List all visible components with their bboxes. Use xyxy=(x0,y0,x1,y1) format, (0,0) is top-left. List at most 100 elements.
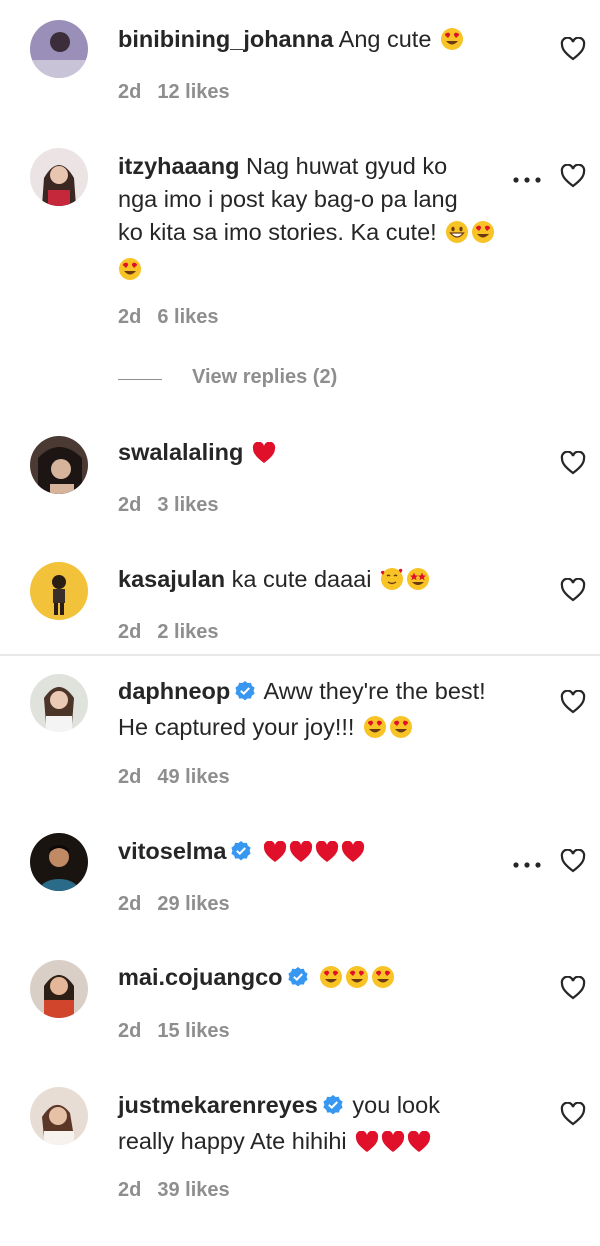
comment-body: binibining_johanna Ang cute xyxy=(118,23,528,60)
comment-likes[interactable]: 12 likes xyxy=(157,81,229,103)
avatar[interactable] xyxy=(30,20,88,78)
comment-username[interactable]: swalalaling xyxy=(118,439,243,465)
comment-time: 2d xyxy=(118,893,142,915)
more-dots-icon[interactable] xyxy=(512,172,542,183)
comment-meta: 2d 29 likes xyxy=(118,893,230,916)
red-heart-emoji-icon xyxy=(355,1129,379,1162)
avatar[interactable] xyxy=(30,562,88,620)
comment-meta: 2d 39 likes xyxy=(118,1179,230,1202)
comment-body: itzyhaaang Nag huwat gyud ko nga imo i p… xyxy=(118,150,513,290)
comment-username[interactable]: daphneop xyxy=(118,678,230,704)
comment-text: Nag huwat gyud ko xyxy=(245,153,448,179)
comment-username[interactable]: kasajulan xyxy=(118,566,225,592)
red-heart-emoji-icon xyxy=(407,1129,431,1162)
comment-likes[interactable]: 39 likes xyxy=(157,1179,229,1201)
comment-time: 2d xyxy=(118,81,142,103)
comment-text-line-2: He captured your joy!!! xyxy=(118,711,528,748)
heart-outline-icon[interactable] xyxy=(560,848,586,873)
verified-badge-icon xyxy=(230,838,252,871)
comment-time: 2d xyxy=(118,621,142,643)
avatar[interactable] xyxy=(30,148,88,206)
comment-likes[interactable]: 29 likes xyxy=(157,893,229,915)
avatar[interactable] xyxy=(30,833,88,891)
red-heart-emoji-icon xyxy=(315,839,339,872)
heart-outline-icon[interactable] xyxy=(560,450,586,475)
view-replies-label[interactable]: View replies (2) xyxy=(192,366,337,389)
comment-text: ka cute daaai xyxy=(231,566,372,592)
comment-username[interactable]: mai.cojuangco xyxy=(118,964,283,990)
heart-eyes-emoji-icon xyxy=(440,27,464,60)
comment-time: 2d xyxy=(118,1179,142,1201)
comment-body: vitoselma xyxy=(118,835,528,872)
comment-text-line-2: nga imo i post kay bag-o pa lang xyxy=(118,186,458,212)
comment-text: you look xyxy=(352,1092,440,1118)
heart-eyes-emoji-icon xyxy=(118,257,142,290)
avatar[interactable] xyxy=(30,1087,88,1145)
comment-username[interactable]: itzyhaaang xyxy=(118,153,239,179)
comment-text-line-3: ko kita sa imo stories. Ka cute! xyxy=(118,216,513,253)
avatar[interactable] xyxy=(30,436,88,494)
heart-outline-icon[interactable] xyxy=(560,577,586,602)
comment-text: He captured your joy!!! xyxy=(118,714,355,740)
red-heart-emoji-icon xyxy=(381,1129,405,1162)
heart-outline-icon[interactable] xyxy=(560,36,586,61)
red-heart-emoji-icon xyxy=(341,839,365,872)
comment-meta: 2d 3 likes xyxy=(118,494,219,517)
comment-username[interactable]: justmekarenreyes xyxy=(118,1092,318,1118)
star-struck-emoji-icon xyxy=(406,567,430,600)
comment-likes[interactable]: 3 likes xyxy=(157,494,218,516)
heart-outline-icon[interactable] xyxy=(560,1101,586,1126)
comment-likes[interactable]: 6 likes xyxy=(157,306,218,328)
heart-eyes-emoji-icon xyxy=(319,965,343,998)
comment-meta: 2d 12 likes xyxy=(118,81,230,104)
comment-body: mai.cojuangco xyxy=(118,961,528,998)
comment-text: really happy Ate hihihi xyxy=(118,1128,347,1154)
verified-badge-icon xyxy=(234,678,256,711)
comment-text: ko kita sa imo stories. Ka cute! xyxy=(118,219,437,245)
red-heart-emoji-icon xyxy=(289,839,313,872)
more-dots-icon[interactable] xyxy=(512,857,542,868)
red-heart-emoji-icon xyxy=(263,839,287,872)
heart-eyes-emoji-icon xyxy=(471,220,495,253)
comment-time: 2d xyxy=(118,306,142,328)
comment-text-line-1: justmekarenreyes you look xyxy=(118,1089,528,1125)
heart-eyes-emoji-icon xyxy=(345,965,369,998)
comment-body: daphneop Aww they're the best! He captur… xyxy=(118,675,528,748)
comment-meta: 2d 6 likes xyxy=(118,306,219,329)
comment-username[interactable]: binibining_johanna xyxy=(118,26,333,52)
comment-likes[interactable]: 2 likes xyxy=(157,621,218,643)
verified-badge-icon xyxy=(287,964,309,997)
red-heart-emoji-icon xyxy=(252,440,276,473)
heart-eyes-emoji-icon xyxy=(363,715,387,748)
comment-likes[interactable]: 49 likes xyxy=(157,766,229,788)
comment-meta: 2d 15 likes xyxy=(118,1020,230,1043)
comment-likes[interactable]: 15 likes xyxy=(157,1020,229,1042)
smiling-face-with-hearts-emoji-icon xyxy=(380,567,404,600)
comment-username[interactable]: vitoselma xyxy=(118,838,226,864)
comment-time: 2d xyxy=(118,494,142,516)
heart-outline-icon[interactable] xyxy=(560,975,586,1000)
comment-text-line-1: itzyhaaang Nag huwat gyud ko xyxy=(118,150,513,183)
avatar[interactable] xyxy=(30,960,88,1018)
comment-text-line-4 xyxy=(118,253,513,290)
heart-eyes-emoji-icon xyxy=(389,715,413,748)
view-replies-button[interactable]: View replies (2) xyxy=(118,366,418,392)
comment-time: 2d xyxy=(118,1020,142,1042)
comment-text-line-2: really happy Ate hihihi xyxy=(118,1125,528,1162)
comment-text: Ang cute xyxy=(338,26,432,52)
comment-body: justmekarenreyes you look really happy A… xyxy=(118,1089,528,1162)
comment-meta: 2d 2 likes xyxy=(118,621,219,644)
comment-text: Aww they're the best! xyxy=(263,678,486,704)
avatar[interactable] xyxy=(30,674,88,732)
grin-emoji-icon xyxy=(445,220,469,253)
heart-eyes-emoji-icon xyxy=(371,965,395,998)
comment-time: 2d xyxy=(118,766,142,788)
heart-outline-icon[interactable] xyxy=(560,163,586,188)
section-divider xyxy=(0,654,600,656)
verified-badge-icon xyxy=(322,1092,344,1125)
comment-body: kasajulan ka cute daaai xyxy=(118,563,528,600)
heart-outline-icon[interactable] xyxy=(560,689,586,714)
replies-divider xyxy=(118,379,162,380)
comment-meta: 2d 49 likes xyxy=(118,766,230,789)
comment-text-line-1: daphneop Aww they're the best! xyxy=(118,675,528,711)
